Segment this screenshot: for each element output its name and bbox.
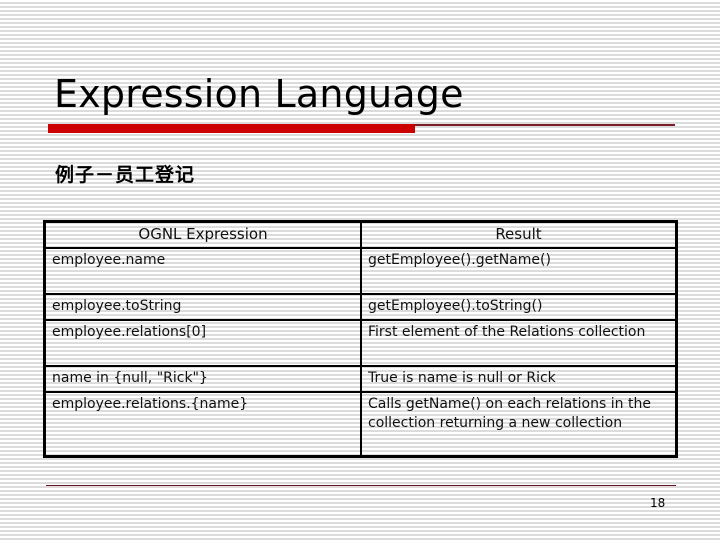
- table-row: name in {null, "Rick"} True is name is n…: [43, 365, 678, 393]
- title-accent-line: [415, 124, 675, 126]
- cell-result: getEmployee().toString(): [360, 293, 678, 321]
- cell-expression: employee.toString: [43, 293, 362, 321]
- cell-expression: employee.name: [43, 247, 362, 295]
- page-number: 18: [650, 496, 666, 510]
- slide-subtitle: 例子－员工登记: [55, 164, 196, 186]
- table-header-row: OGNL Expression Result: [43, 220, 678, 249]
- slide-title: Expression Language: [54, 72, 464, 116]
- table-row: employee.name getEmployee().getName(): [43, 247, 678, 295]
- footer-divider: [46, 485, 676, 486]
- table-row: employee.relations[0] First element of t…: [43, 319, 678, 367]
- cell-expression: employee.relations[0]: [43, 319, 362, 367]
- cell-expression: name in {null, "Rick"}: [43, 365, 362, 393]
- cell-expression: employee.relations.{name}: [43, 391, 362, 458]
- title-accent-bar: [48, 124, 415, 133]
- table-row: employee.toString getEmployee().toString…: [43, 293, 678, 321]
- cell-result: Calls getName() on each relations in the…: [360, 391, 678, 458]
- cell-result: getEmployee().getName(): [360, 247, 678, 295]
- ognl-table: OGNL Expression Result employee.name get…: [43, 220, 678, 458]
- header-result: Result: [360, 220, 678, 249]
- cell-result: First element of the Relations collectio…: [360, 319, 678, 367]
- table-row: employee.relations.{name} Calls getName(…: [43, 391, 678, 458]
- cell-result: True is name is null or Rick: [360, 365, 678, 393]
- header-expression: OGNL Expression: [43, 220, 362, 249]
